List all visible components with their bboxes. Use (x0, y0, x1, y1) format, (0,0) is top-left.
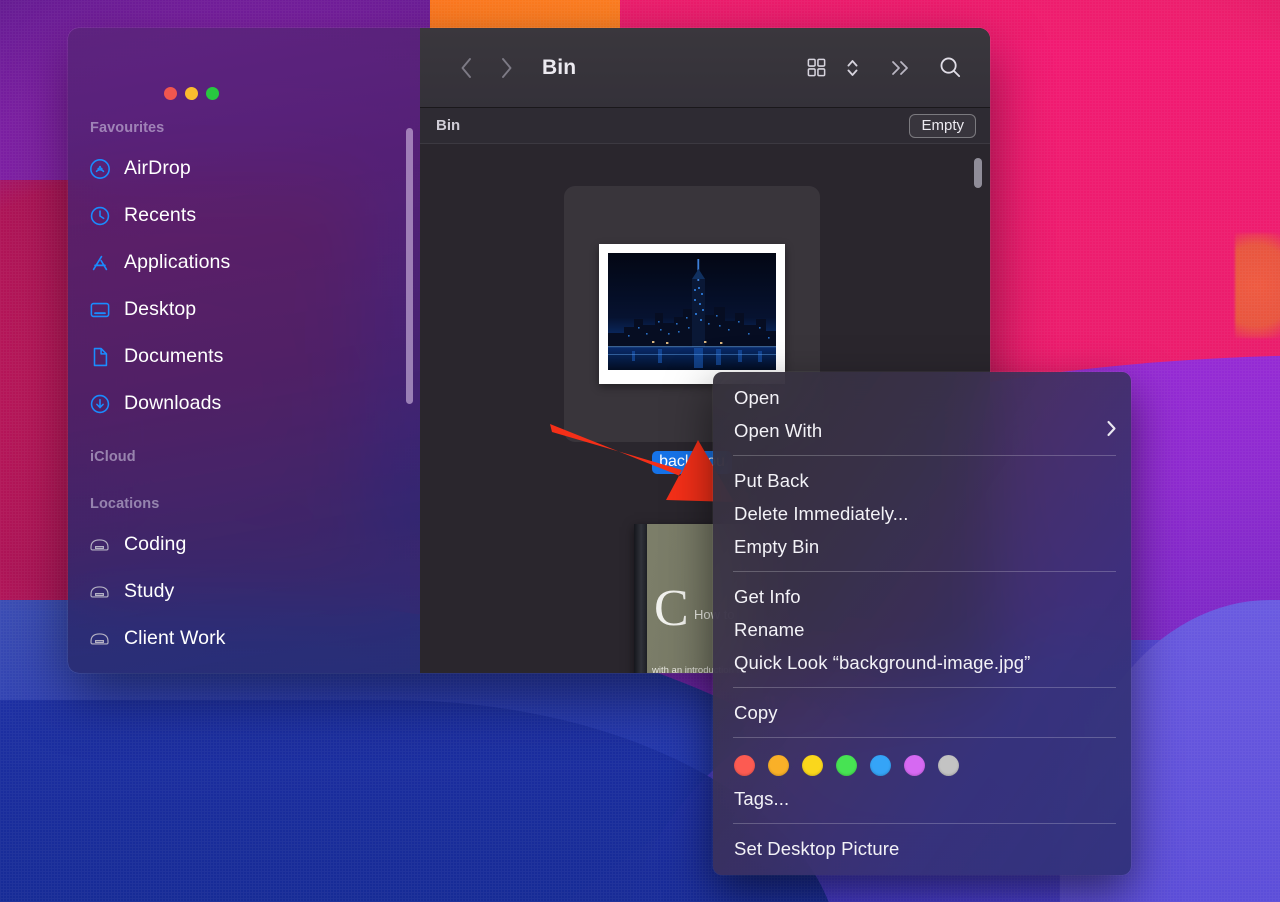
maximize-button[interactable] (206, 87, 219, 100)
photo-frame (599, 244, 785, 384)
tag-orange[interactable] (768, 755, 789, 776)
page-title: Bin (542, 56, 576, 80)
menu-item-quick-look[interactable]: Quick Look “background-image.jpg” (713, 646, 1131, 679)
menu-item-rename[interactable]: Rename (713, 613, 1131, 646)
tag-green[interactable] (836, 755, 857, 776)
tag-red[interactable] (734, 755, 755, 776)
tag-yellow[interactable] (802, 755, 823, 776)
empty-bin-button[interactable]: Empty (909, 114, 976, 138)
external-drive-icon (88, 533, 111, 556)
sidebar-item-applications[interactable]: Applications (68, 239, 420, 286)
menu-item-empty-bin[interactable]: Empty Bin (713, 530, 1131, 563)
sidebar-item-downloads[interactable]: Downloads (68, 380, 420, 427)
pathbar-label: Bin (436, 117, 460, 134)
sidebar-item-client-work[interactable]: Client Work (68, 615, 420, 662)
document-icon (88, 345, 111, 368)
sidebar-item-label: Downloads (124, 392, 221, 415)
external-drive-icon (88, 627, 111, 650)
menu-item-label: Rename (734, 619, 805, 641)
finder-sidebar[interactable]: Favourites AirDrop (68, 28, 420, 673)
menu-item-label: Copy (734, 702, 778, 724)
menu-item-label: Open (734, 387, 780, 409)
chevron-right-icon (1106, 420, 1117, 441)
view-controls[interactable] (794, 51, 864, 85)
nyc-skyline-night-photo (608, 253, 776, 370)
finder-toolbar: Bin (420, 28, 990, 108)
applications-icon (88, 251, 111, 274)
close-button[interactable] (164, 87, 177, 100)
menu-item-label: Get Info (734, 586, 801, 608)
sidebar-item-label: Coding (124, 533, 186, 556)
menu-item-open[interactable]: Open (713, 381, 1131, 414)
menu-item-label: Put Back (734, 470, 809, 492)
sidebar-header-icloud: iCloud (68, 449, 420, 474)
download-icon (88, 392, 111, 415)
menu-separator (733, 737, 1116, 738)
sidebar-group-icloud: iCloud (68, 449, 420, 474)
sidebar-header-favourites: Favourites (68, 120, 420, 145)
menu-separator (733, 455, 1116, 456)
sidebar-scrollbar[interactable] (406, 128, 413, 404)
menu-item-set-desktop-picture[interactable]: Set Desktop Picture (713, 832, 1131, 865)
airdrop-icon (88, 157, 111, 180)
sidebar-item-documents[interactable]: Documents (68, 333, 420, 380)
clock-icon (88, 204, 111, 227)
menu-item-label: Tags... (734, 788, 789, 810)
sidebar-item-study[interactable]: Study (68, 568, 420, 615)
sidebar-item-desktop[interactable]: Desktop (68, 286, 420, 333)
menu-item-label: Empty Bin (734, 536, 819, 558)
context-menu[interactable]: Open Open With Put Back Delete Immediate… (713, 372, 1131, 875)
sidebar-item-label: Client Work (124, 627, 226, 650)
tag-purple[interactable] (904, 755, 925, 776)
sidebar-item-label: AirDrop (124, 157, 191, 180)
chevron-up-down-icon[interactable] (840, 51, 864, 85)
sidebar-item-recents[interactable]: Recents (68, 192, 420, 239)
menu-separator (733, 823, 1116, 824)
menu-item-label: Set Desktop Picture (734, 838, 899, 860)
back-button[interactable] (446, 48, 486, 88)
sidebar-item-label: Study (124, 580, 174, 603)
sidebar-item-label: Applications (124, 251, 230, 274)
external-drive-icon (88, 580, 111, 603)
double-chevron-right-icon[interactable] (878, 51, 922, 85)
menu-item-copy[interactable]: Copy (713, 696, 1131, 729)
search-icon[interactable] (928, 51, 972, 85)
tag-color-row[interactable] (713, 746, 1131, 782)
menu-item-get-info[interactable]: Get Info (713, 580, 1131, 613)
sidebar-item-coding[interactable]: Coding (68, 521, 420, 568)
menu-separator (733, 571, 1116, 572)
menu-separator (733, 687, 1116, 688)
tag-grey[interactable] (938, 755, 959, 776)
menu-item-put-back[interactable]: Put Back (713, 464, 1131, 497)
sidebar-item-label: Recents (124, 204, 196, 227)
menu-item-delete-immediately[interactable]: Delete Immediately... (713, 497, 1131, 530)
minimize-button[interactable] (185, 87, 198, 100)
sidebar-item-label: Documents (124, 345, 224, 368)
grid-view-icon[interactable] (794, 51, 838, 85)
window-traffic-lights[interactable] (164, 87, 219, 100)
menu-item-label: Quick Look “background-image.jpg” (734, 652, 1030, 674)
desktop-icon (88, 298, 111, 321)
menu-item-label: Delete Immediately... (734, 503, 909, 525)
menu-item-open-with[interactable]: Open With (713, 414, 1131, 447)
sidebar-item-label: Desktop (124, 298, 196, 321)
menu-item-label: Open With (734, 420, 822, 442)
finder-pathbar: Bin Empty (420, 108, 990, 144)
sidebar-group-locations: Locations Coding Study (68, 496, 420, 662)
sidebar-group-favourites: Favourites AirDrop (68, 120, 420, 427)
menu-item-tags[interactable]: Tags... (713, 782, 1131, 815)
sidebar-item-airdrop[interactable]: AirDrop (68, 145, 420, 192)
sidebar-header-locations: Locations (68, 496, 420, 521)
forward-button[interactable] (486, 48, 526, 88)
tag-blue[interactable] (870, 755, 891, 776)
book-spine (634, 524, 647, 673)
file-grid-scrollbar[interactable] (974, 158, 982, 188)
